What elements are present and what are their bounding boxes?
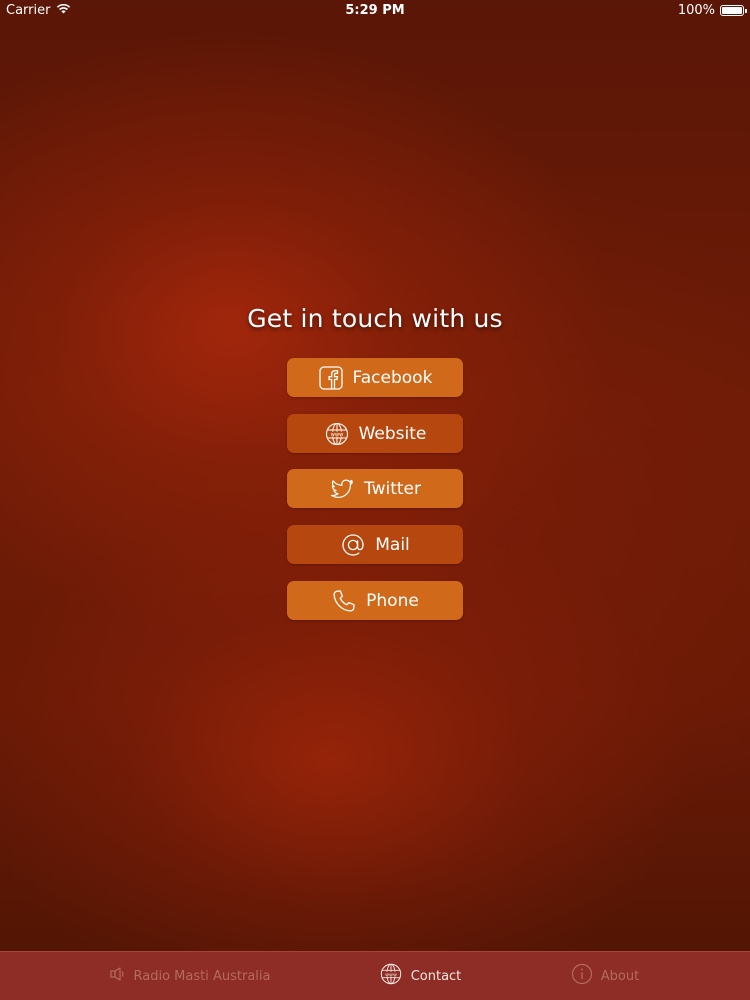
svg-text:www: www (330, 432, 343, 438)
tab-about[interactable]: About (545, 952, 665, 1000)
facebook-button-label: Facebook (352, 367, 433, 388)
tab-about-label: About (600, 968, 640, 984)
contact-screen: Carrier 5:29 PM 100% Get in touch with u… (0, 0, 750, 1000)
tab-radio-masti-australia[interactable]: Radio Masti Australia (60, 952, 320, 1000)
globe-www-icon: www (379, 962, 403, 990)
tab-bar: Radio Masti Australia www Contact About (0, 951, 750, 1000)
speaker-icon (109, 967, 126, 985)
info-icon (571, 963, 593, 989)
status-right: 100% (677, 3, 747, 18)
mail-button[interactable]: Mail (287, 525, 463, 564)
svg-text:www: www (385, 973, 397, 978)
twitter-bird-icon (329, 477, 355, 501)
phone-icon (331, 588, 357, 614)
page-title: Get in touch with us (247, 304, 503, 333)
mail-button-label: Mail (375, 534, 410, 555)
phone-button-label: Phone (366, 590, 419, 611)
tab-radio-masti-australia-label: Radio Masti Australia (133, 968, 271, 984)
tab-contact[interactable]: www Contact (345, 952, 495, 1000)
facebook-button[interactable]: Facebook (287, 358, 463, 397)
website-button-label: Website (358, 423, 427, 444)
tab-contact-label: Contact (410, 968, 462, 984)
website-button[interactable]: www Website (287, 414, 463, 453)
status-time: 5:29 PM (345, 3, 405, 18)
globe-www-icon: www (324, 421, 350, 447)
battery-percent: 100% (677, 3, 715, 18)
battery-icon (720, 5, 747, 16)
at-sign-icon (340, 532, 366, 558)
twitter-button-label: Twitter (364, 478, 421, 499)
twitter-button[interactable]: Twitter (287, 469, 463, 508)
status-bar: Carrier 5:29 PM 100% (0, 0, 750, 22)
facebook-icon (318, 365, 344, 391)
phone-button[interactable]: Phone (287, 581, 463, 620)
